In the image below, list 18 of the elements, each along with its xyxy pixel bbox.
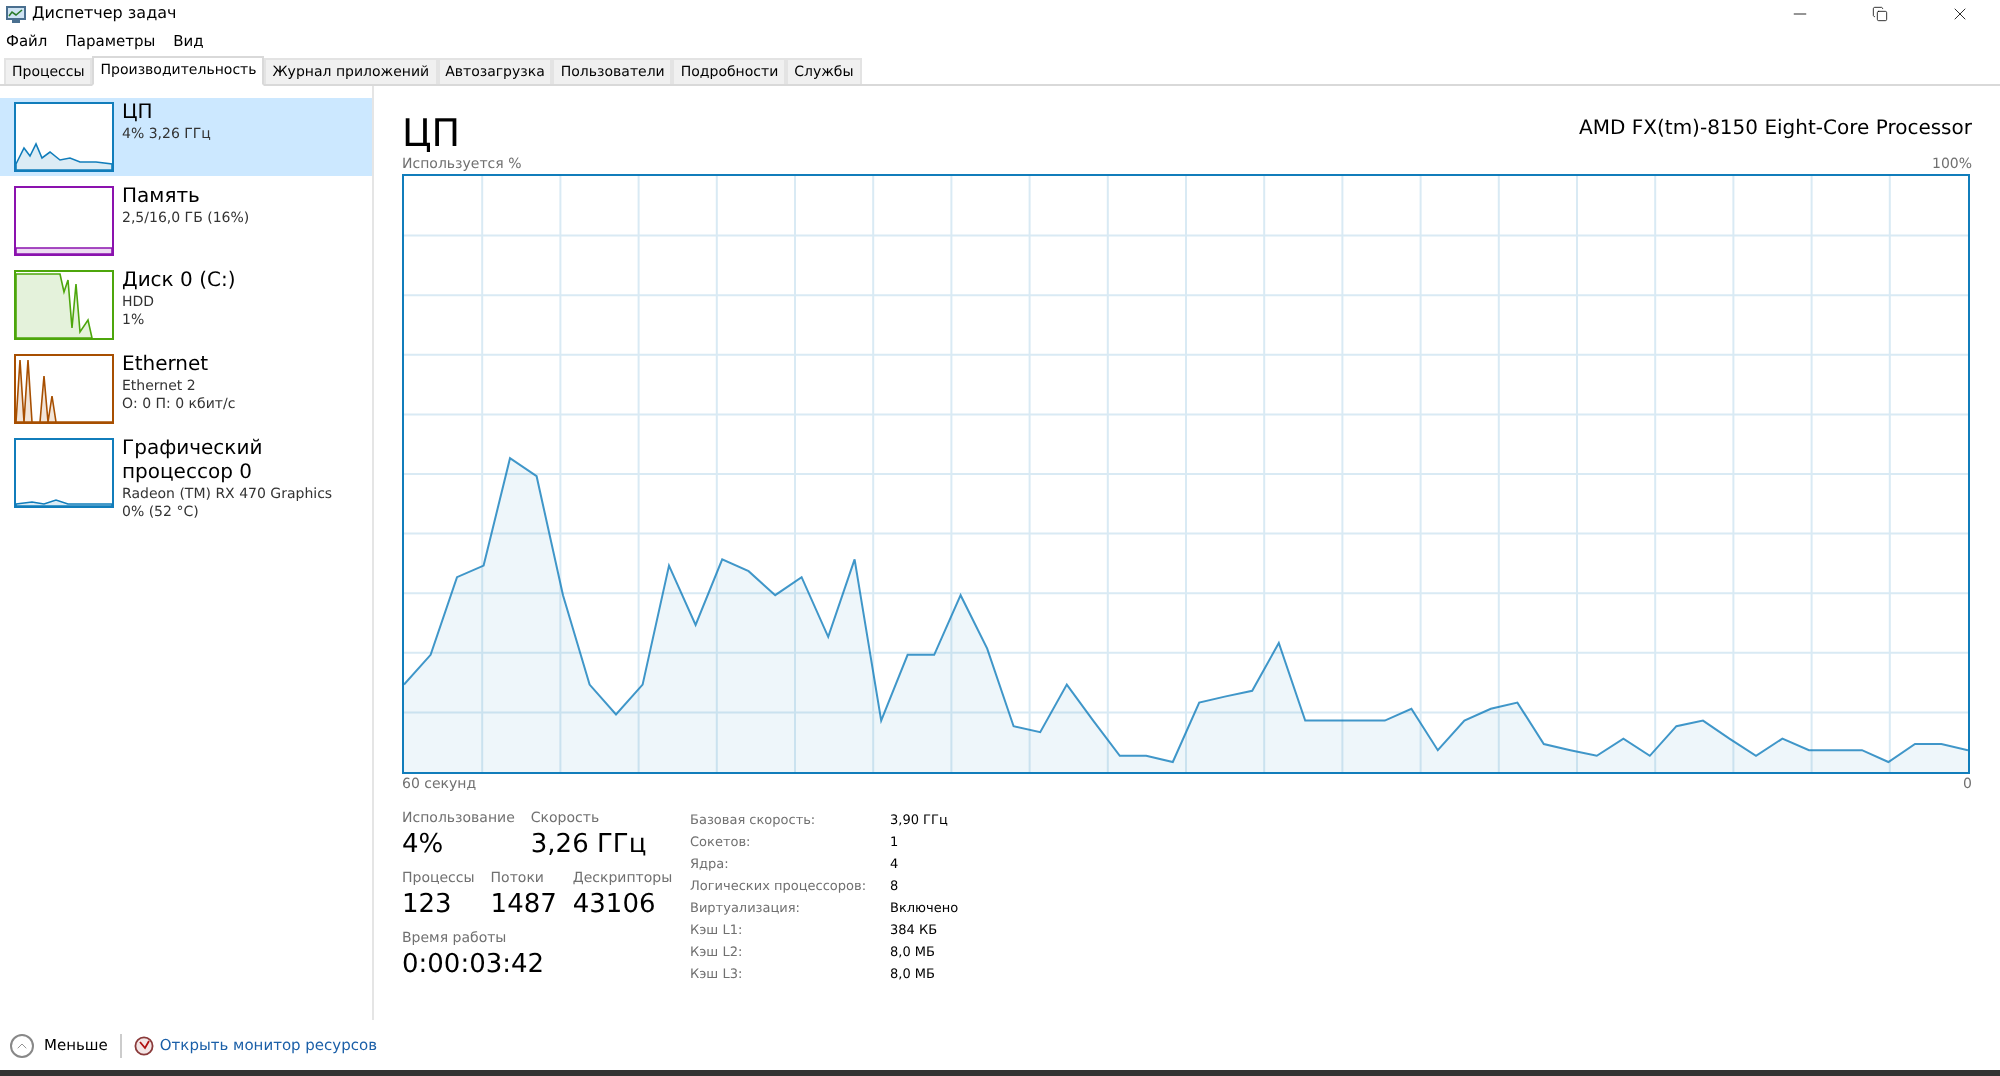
stat-value: 123 [402, 888, 454, 924]
restore-icon [1872, 6, 1888, 22]
item-name: Память [122, 186, 202, 210]
stat-value: 1487 [490, 888, 557, 924]
window-title: Диспетчер задач [32, 2, 177, 26]
stat-value: 43106 [572, 888, 658, 924]
section-title: ЦП [402, 112, 461, 156]
chevron-up-icon [10, 1033, 34, 1057]
item-name: ЦП [122, 102, 155, 126]
processor-name: AMD FX(tm)-8150 Eight-Core Processor [1579, 116, 1972, 144]
item-name: Ethernet [122, 354, 211, 378]
stat-value: 0:00:03:42 [402, 948, 545, 984]
item-name: Графический процессор 0 [122, 438, 265, 486]
stat-value: 4% [402, 828, 446, 864]
monitor-icon [6, 5, 26, 23]
item-name: Диск 0 (C:) [122, 270, 236, 294]
close-icon [1950, 4, 1970, 24]
stat-value: 3,26 ГГц [530, 828, 647, 864]
